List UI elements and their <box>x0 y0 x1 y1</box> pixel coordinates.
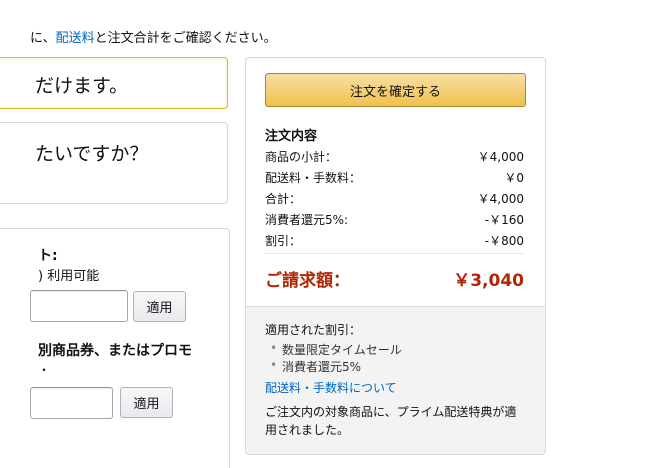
summary-row-cashback: 消費者還元5%: -￥160 <box>265 211 524 231</box>
summary-row-label: 割引： <box>265 234 302 248</box>
discount-item-label: 消費者還元5% <box>282 360 362 374</box>
applied-discounts-section: 適用された割引： • 数量限定タイムセール • 消費者還元5% 配送料・手数料に… <box>246 306 545 454</box>
summary-row-shipping: 配送料・手数料： ￥0 <box>265 169 524 189</box>
order-total-value: ￥3,040 <box>453 271 524 291</box>
summary-row-label: 商品の小計： <box>265 150 338 164</box>
apply-promo-code-button[interactable]: 適用 <box>120 387 173 418</box>
discount-item: • 消費者還元5% <box>270 358 362 375</box>
question-box[interactable]: たいですか？ <box>0 122 228 204</box>
apply-gift-card-button[interactable]: 適用 <box>133 291 186 322</box>
order-total-label: ご請求額： <box>265 271 350 291</box>
summary-row-discount: 割引： -￥800 <box>265 232 524 252</box>
discount-item-label: 数量限定タイムセール <box>282 343 402 357</box>
bullet-icon: • <box>270 341 278 355</box>
review-notice-suffix: と注文合計をご確認ください。 <box>94 31 277 46</box>
gift-card-input[interactable] <box>30 290 128 322</box>
summary-row-value: ￥4,000 <box>477 192 524 206</box>
summary-row-label: 合計： <box>265 192 302 206</box>
gift-card-title: ト: <box>38 248 58 264</box>
shipping-fees-info-link[interactable]: 配送料・手数料について <box>265 379 397 396</box>
review-notice: に、配送料と注文合計をご確認ください。 <box>30 27 277 46</box>
summary-row-subtotal: 商品の小計： ￥4,000 <box>265 148 524 168</box>
bullet-icon: • <box>270 358 278 372</box>
question-text: たいですか？ <box>35 143 149 165</box>
discount-item: • 数量限定タイムセール <box>270 341 402 358</box>
summary-row-value: ￥0 <box>504 171 524 185</box>
promo-code-title: 別商品券、またはプロモ <box>38 343 192 359</box>
summary-row-value: -￥800 <box>484 234 524 248</box>
order-summary-title: 注文内容 <box>265 129 318 144</box>
order-total-row: ご請求額： ￥3,040 <box>265 266 524 291</box>
delivery-option-text: だけます。 <box>35 75 129 97</box>
prime-benefit-note: ご注文内の対象商品に、プライム配送特典が適用されました。 <box>265 405 517 437</box>
summary-row-value: ￥4,000 <box>477 150 524 164</box>
summary-row-label: 消費者還元5%: <box>265 213 349 227</box>
review-notice-prefix: に、 <box>30 31 56 46</box>
place-order-button[interactable]: 注文を確定する <box>265 73 526 107</box>
promo-code-input[interactable] <box>30 387 113 419</box>
shipping-fee-link[interactable]: 配送料 <box>56 31 95 46</box>
summary-row-label: 配送料・手数料： <box>265 171 362 185</box>
summary-divider <box>265 253 524 254</box>
applied-discounts-label: 適用された割引： <box>265 323 362 337</box>
summary-row-total: 合計： ￥4,000 <box>265 190 524 210</box>
delivery-option-box[interactable]: だけます。 <box>0 57 228 109</box>
order-summary-card: 注文を確定する 注文内容 商品の小計： ￥4,000 配送料・手数料： ￥0 合… <box>245 57 546 455</box>
promo-code-subtext: ・ <box>38 363 51 377</box>
summary-row-value: -￥160 <box>484 213 524 227</box>
gift-card-available: ) 利用可能 <box>38 269 100 284</box>
